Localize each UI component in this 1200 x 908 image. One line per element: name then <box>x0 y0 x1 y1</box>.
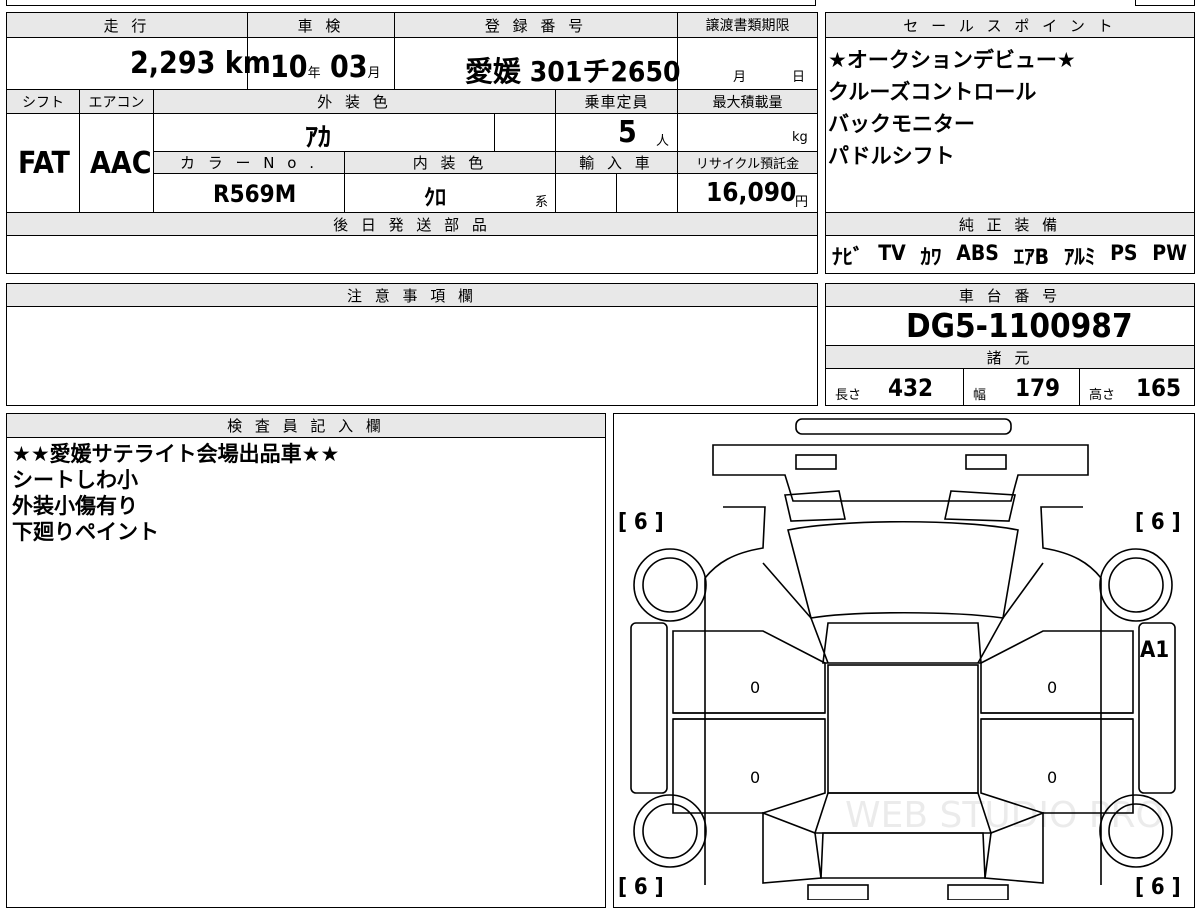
registration-header: 登 録 番 号 <box>395 13 677 37</box>
inspector-notes: ★★愛媛サテライト会場出品車★★ シートしわ小 外装小傷有り 下廻りペイント <box>12 441 339 545</box>
panel-mark: 0 <box>750 768 761 787</box>
recycle-unit: 円 <box>795 195 809 210</box>
sales-points-header: セ ー ル ス ポ イ ン ト <box>826 13 1194 37</box>
import-header: 輸 入 車 <box>556 152 677 173</box>
exterior-color-header: 外 装 色 <box>154 90 555 113</box>
sales-points-list: ★オークションデビュー★ クルーズコントロール バックモニター パドルシフト <box>828 44 1076 172</box>
sales-point-item: クルーズコントロール <box>828 80 1037 104</box>
tire-mark-rear-right: [ 6 ] <box>1135 875 1181 900</box>
interior-color-header: 内 装 色 <box>345 152 555 173</box>
interior-color-suffix: 系 <box>535 195 549 210</box>
panel-mark: 0 <box>1047 678 1058 697</box>
tire-mark-front-left: [ 6 ] <box>618 510 664 535</box>
deadline-day: 日 <box>792 70 806 85</box>
recycle-value: 16,090 <box>706 178 797 208</box>
exterior-color-value: ｱｶ <box>305 123 332 153</box>
length-label: 長さ <box>835 388 862 403</box>
color-no-value: R569M <box>213 180 297 208</box>
later-parts-header: 後 日 発 送 部 品 <box>7 213 817 235</box>
sales-point-item: パドルシフト <box>828 144 955 168</box>
shift-value: FAT <box>18 146 70 181</box>
inspector-line: シートしわ小 <box>12 468 138 492</box>
sales-point-item: ★オークションデビュー★ <box>828 48 1076 72</box>
equipment-item: ｴｱB <box>1013 245 1050 269</box>
chassis-number: DG5-1100987 <box>906 306 1133 345</box>
length-value: 432 <box>888 374 934 402</box>
genuine-equipment-list: ﾅﾋﾞ TV ｶﾜ ABS ｴｱB ｱﾙﾐ PS PW <box>832 241 1187 271</box>
transfer-deadline-header: 譲渡書類期限 <box>678 13 817 37</box>
shaken-header: 車 検 <box>248 13 394 37</box>
equipment-item: PS <box>1110 241 1138 265</box>
max-load-unit: kg <box>792 130 808 145</box>
genuine-equipment-header: 純 正 装 備 <box>826 213 1194 235</box>
recycle-header: リサイクル預託金 <box>678 152 817 173</box>
max-load-header: 最大積載量 <box>678 90 817 113</box>
equipment-item: ｱﾙﾐ <box>1063 245 1096 269</box>
width-label: 幅 <box>973 388 987 403</box>
equipment-item: ｶﾜ <box>920 245 942 269</box>
specs-header: 諸 元 <box>826 346 1194 368</box>
equipment-item: ﾅﾋﾞ <box>832 245 864 269</box>
tire-mark-rear-left: [ 6 ] <box>618 875 664 900</box>
inspector-line: 下廻りペイント <box>12 520 159 544</box>
width-value: 179 <box>1015 374 1061 402</box>
top-cutoff-strip <box>6 0 816 6</box>
watermark: WEB STUDIO PRO <box>845 795 1164 836</box>
registration-plate: 愛媛 301チ2650 <box>465 55 681 88</box>
panel-mark: 0 <box>1047 768 1058 787</box>
shaken-value: 10年 03月 <box>270 50 381 85</box>
color-no-header: カ ラ ー N o . <box>154 152 344 173</box>
capacity-value: 5 <box>618 115 637 150</box>
inspector-line: 外装小傷有り <box>12 494 138 518</box>
panel-mark: 0 <box>750 678 761 697</box>
aircon-header: エアコン <box>80 90 153 113</box>
capacity-unit: 人 <box>656 134 670 149</box>
shift-header: シフト <box>7 90 79 113</box>
inspector-header: 検 査 員 記 入 欄 <box>7 414 605 437</box>
height-value: 165 <box>1136 374 1182 402</box>
mileage-header: 走 行 <box>7 13 247 37</box>
deadline-month: 月 <box>733 70 747 85</box>
sales-point-item: バックモニター <box>828 112 975 136</box>
aircon-value: AAC <box>90 146 152 181</box>
notes-header: 注 意 事 項 欄 <box>7 284 817 306</box>
mileage-value: 2,293 km <box>130 46 271 81</box>
chassis-header: 車 台 番 号 <box>826 284 1194 306</box>
top-cutoff-strip-right <box>1135 0 1195 6</box>
damage-code-mark: A1 <box>1140 638 1170 663</box>
inspector-line: ★★愛媛サテライト会場出品車★★ <box>12 442 340 466</box>
equipment-item: ABS <box>956 241 999 265</box>
interior-color-value: ｸﾛ <box>424 186 447 211</box>
height-label: 高さ <box>1089 388 1116 403</box>
equipment-item: TV <box>878 241 906 265</box>
tire-mark-front-right: [ 6 ] <box>1135 510 1181 535</box>
capacity-header: 乗車定員 <box>556 90 677 113</box>
equipment-item: PW <box>1152 241 1187 265</box>
